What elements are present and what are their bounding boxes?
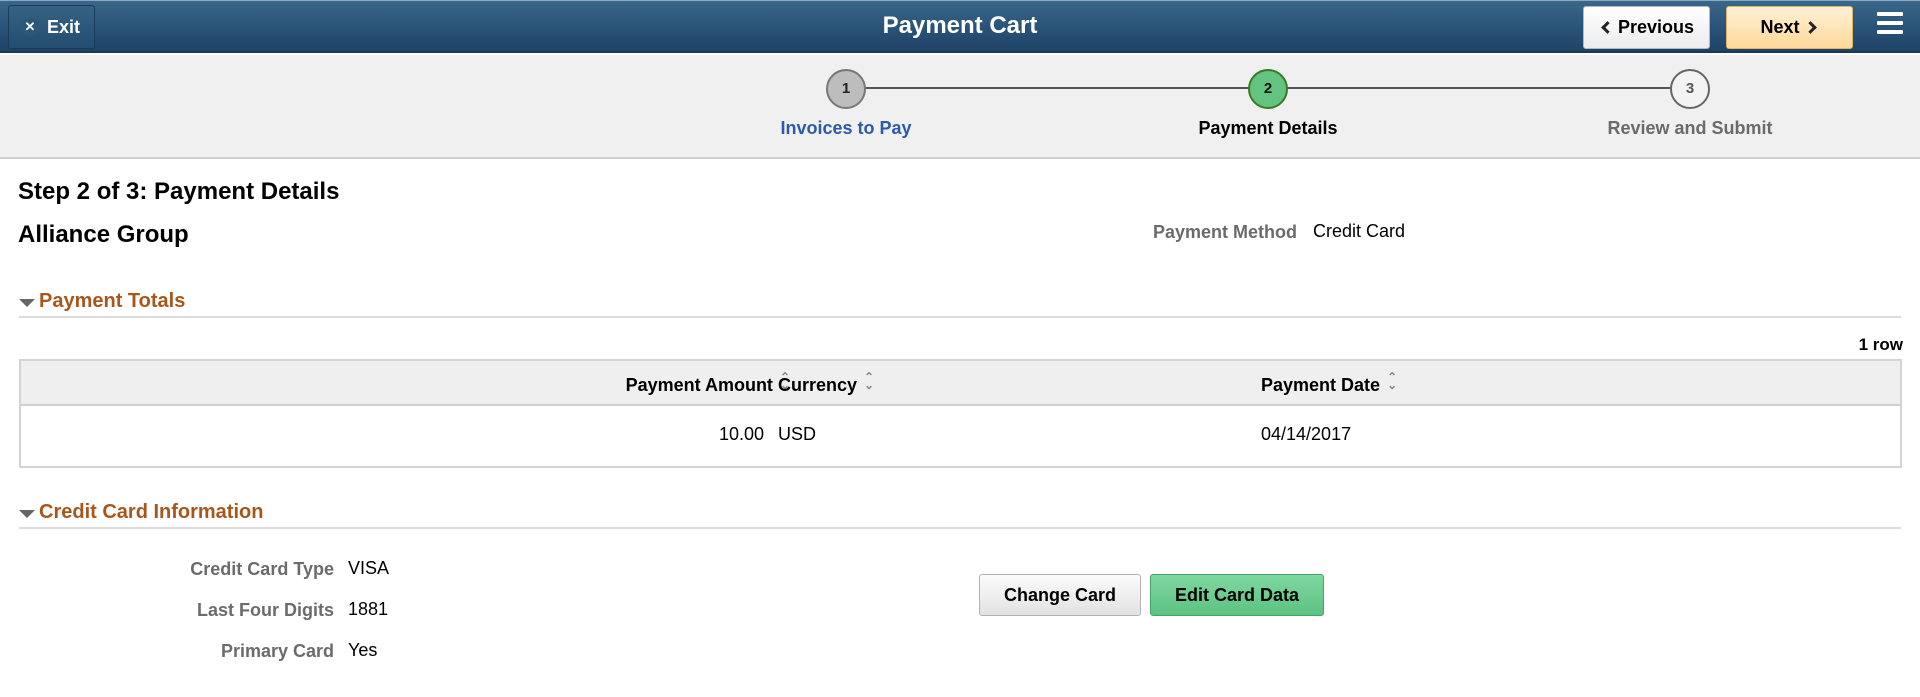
column-header-label: Payment Amount <box>625 375 773 395</box>
next-button[interactable]: Next <box>1726 6 1853 49</box>
edit-card-data-button[interactable]: Edit Card Data <box>1150 574 1324 616</box>
sort-icon: ⌃ ⌄ <box>864 370 875 392</box>
step-heading: Step 2 of 3: Payment Details <box>18 178 340 205</box>
grid-header-row: Payment Amount ⌃ ⌄ Currency ⌃ ⌄ Payment Date… <box>21 361 1900 406</box>
credit-card-info-title: Credit Card Information <box>39 501 264 523</box>
cell-payment-date: 04/14/2017 <box>1261 424 1352 444</box>
last-four-digits-value: 1881 <box>348 599 389 619</box>
payment-totals-group-toggle[interactable]: Payment Totals <box>19 290 1901 318</box>
train-stop-payment-details: 2 Payment Details <box>1148 69 1388 139</box>
step-number-circle: 2 <box>1248 69 1288 109</box>
train-stop-label: Payment Details <box>1198 118 1338 138</box>
organization-name: Alliance Group <box>18 221 189 248</box>
train-stop-label: Review and Submit <box>1607 118 1773 138</box>
train-stop-invoices-to-pay[interactable]: 1 Invoices to Pay <box>726 69 966 139</box>
train-stop-label[interactable]: Invoices to Pay <box>726 118 966 139</box>
credit-card-type-value: VISA <box>348 558 390 578</box>
column-header-payment-amount[interactable]: Payment Amount ⌃ ⌄ <box>625 371 790 396</box>
cell-currency: USD <box>778 424 817 444</box>
last-four-digits-label: Last Four Digits <box>196 600 334 620</box>
step-number-circle[interactable]: 1 <box>826 69 866 109</box>
change-card-button[interactable]: Change Card <box>979 574 1141 616</box>
primary-card-value: Yes <box>348 640 378 660</box>
collapse-triangle-icon <box>19 299 35 307</box>
chevron-right-icon <box>1803 21 1817 34</box>
credit-card-info-group-toggle[interactable]: Credit Card Information <box>19 501 1901 529</box>
primary-card-label: Primary Card <box>220 641 334 661</box>
previous-button[interactable]: Previous <box>1583 6 1710 49</box>
payment-totals-title: Payment Totals <box>39 290 186 312</box>
payment-totals-grid: Payment Amount ⌃ ⌄ Currency ⌃ ⌄ Payment Date… <box>19 359 1902 468</box>
step-train: 1 Invoices to Pay 2 Payment Details 3 Re… <box>0 55 1920 159</box>
column-header-label: Payment Date <box>1261 375 1381 395</box>
payment-method-label: Payment Method <box>1152 222 1297 242</box>
step-number-circle: 3 <box>1670 69 1710 109</box>
hamburger-menu-icon[interactable] <box>1877 12 1903 40</box>
sort-icon: ⌃ ⌄ <box>1387 370 1398 392</box>
train-stop-review-and-submit: 3 Review and Submit <box>1570 69 1810 139</box>
next-label: Next <box>1760 17 1800 37</box>
previous-label: Previous <box>1617 17 1695 37</box>
chevron-left-icon <box>1601 21 1614 34</box>
column-header-label: Currency <box>778 375 858 395</box>
credit-card-type-label: Credit Card Type <box>190 559 334 579</box>
collapse-triangle-icon <box>19 510 35 518</box>
table-row: 10.00 USD 04/14/2017 <box>21 406 1900 466</box>
payment-method-value: Credit Card <box>1313 221 1406 241</box>
column-header-payment-date[interactable]: Payment Date ⌃ ⌄ <box>1261 370 1398 396</box>
column-header-currency[interactable]: Currency ⌃ ⌄ <box>778 370 875 396</box>
row-count: 1 row <box>1858 335 1903 354</box>
cell-payment-amount: 10.00 <box>718 424 764 444</box>
page-header: ✕ Exit Payment Cart Previous Next <box>0 0 1920 53</box>
